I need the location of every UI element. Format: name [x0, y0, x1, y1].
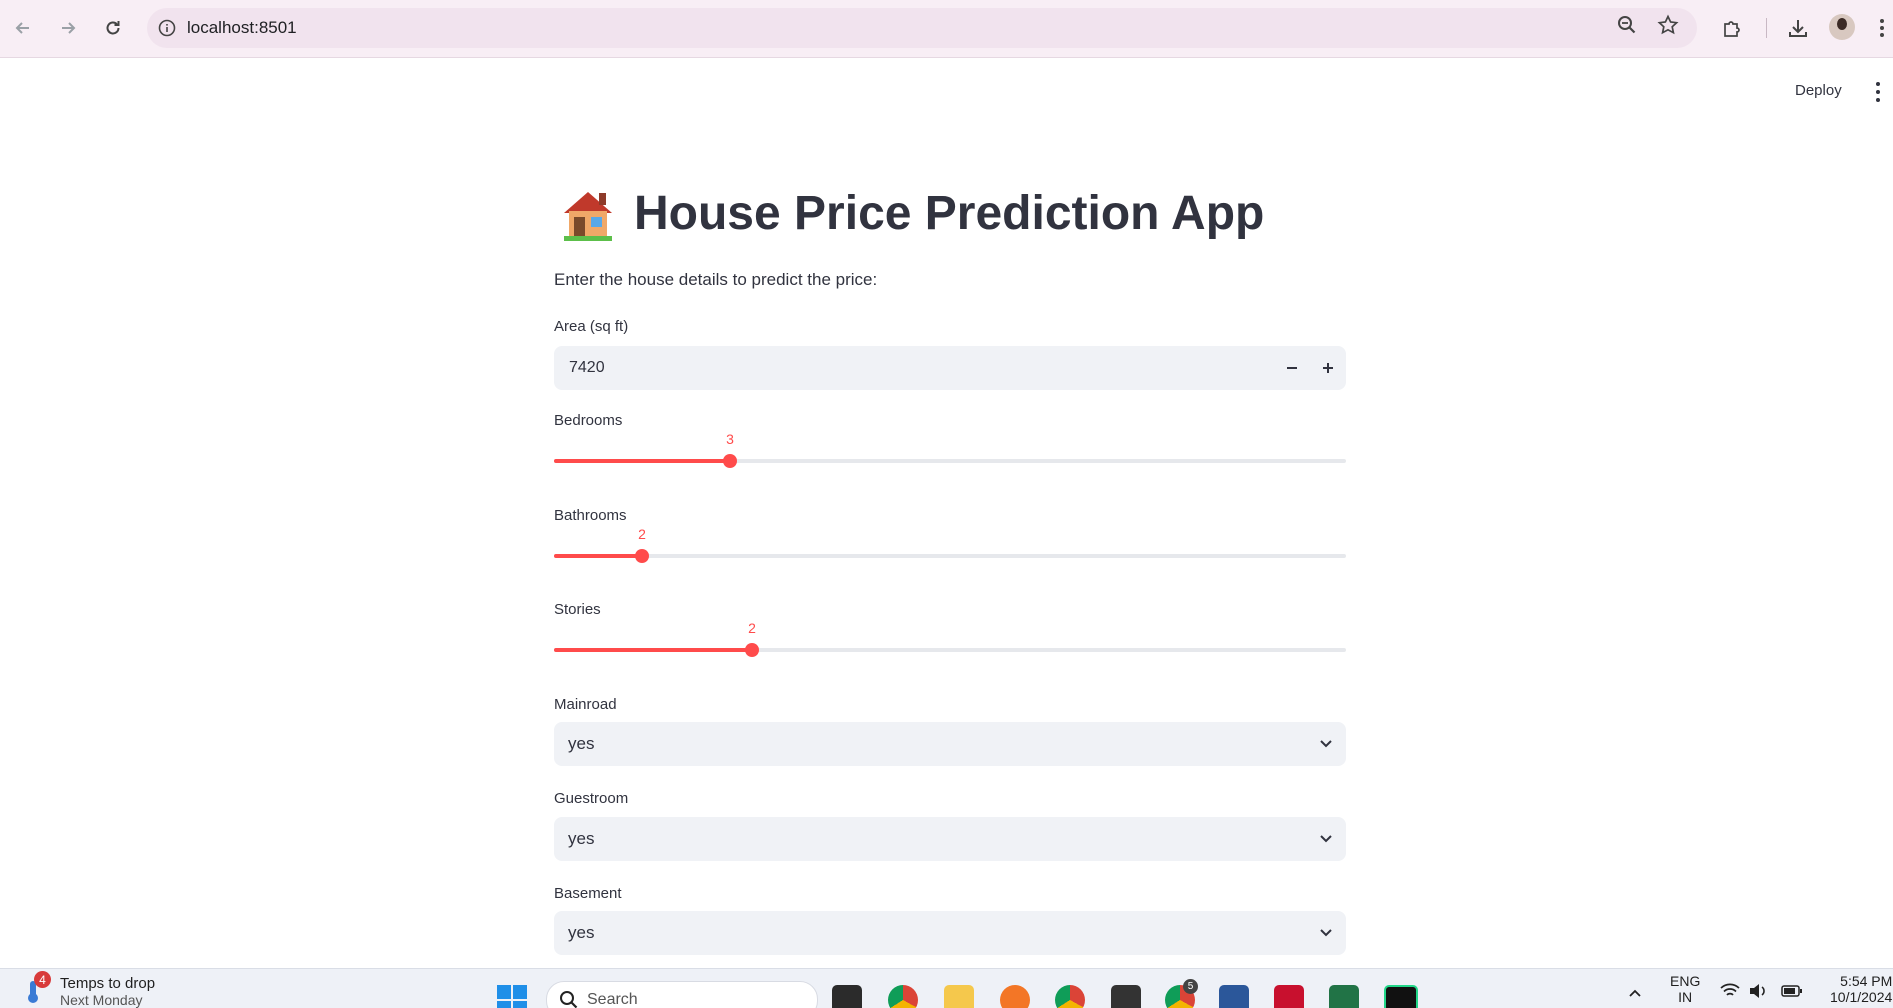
mainroad-label: Mainroad	[554, 696, 617, 713]
wifi-icon[interactable]	[1720, 983, 1740, 1002]
guestroom-label: Guestroom	[554, 790, 629, 807]
plus-icon	[1323, 363, 1333, 373]
file-explorer-icon[interactable]	[944, 985, 974, 1008]
browser-menu-icon[interactable]	[1872, 14, 1892, 42]
jupyter-icon[interactable]	[1000, 985, 1030, 1008]
tray-overflow-chevron-icon[interactable]	[1628, 985, 1642, 1001]
guestroom-selected-value[interactable]: yes	[568, 829, 1306, 849]
chrome-profile-icon[interactable]: 5	[1165, 979, 1198, 1008]
address-bar[interactable]: localhost:8501	[147, 8, 1697, 48]
area-value[interactable]: 7420	[569, 359, 1274, 377]
forward-button[interactable]	[51, 11, 85, 45]
weather-subtitle: Next Monday	[60, 992, 143, 1008]
slider-fill	[554, 648, 752, 652]
clock-date: 10/1/2024	[1830, 989, 1893, 1005]
reload-button[interactable]	[96, 11, 130, 45]
url-text[interactable]: localhost:8501	[187, 18, 297, 38]
bedrooms-slider[interactable]: 3	[554, 431, 1346, 473]
mainroad-select[interactable]: yes	[554, 722, 1346, 766]
basement-selected-value[interactable]: yes	[568, 923, 1306, 943]
language-indicator[interactable]: ENG IN	[1670, 973, 1700, 1005]
extensions-icon[interactable]	[1718, 14, 1746, 42]
instructions-text: Enter the house details to predict the p…	[554, 270, 878, 289]
area-number-input[interactable]: 7420	[554, 346, 1346, 390]
language-region: IN	[1678, 989, 1693, 1005]
zoom-icon[interactable]	[1616, 14, 1638, 41]
slider-thumb[interactable]	[723, 454, 737, 468]
pycharm-icon[interactable]	[1384, 985, 1418, 1008]
area-decrement-button[interactable]	[1274, 346, 1310, 390]
forward-arrow-icon	[62, 22, 76, 34]
deploy-button[interactable]: Deploy	[1795, 82, 1842, 99]
slider-value: 3	[726, 431, 734, 447]
house-emoji-icon	[564, 191, 612, 241]
slider-value: 2	[748, 620, 756, 636]
bookmark-star-icon[interactable]	[1657, 14, 1679, 41]
slider-fill	[554, 459, 730, 463]
downloads-icon[interactable]	[1784, 14, 1812, 42]
excel-icon[interactable]	[1329, 985, 1359, 1008]
basement-select[interactable]: yes	[554, 911, 1346, 955]
bathrooms-slider[interactable]: 2	[554, 526, 1346, 568]
title-text: House Price Prediction App	[634, 187, 1265, 240]
reload-icon	[106, 21, 120, 35]
windows-start-icon[interactable]	[497, 985, 527, 1008]
profile-avatar[interactable]	[1829, 14, 1855, 40]
windows-taskbar: 4 Temps to drop Next Monday Search 5 ENG…	[0, 968, 1893, 1008]
mainroad-selected-value[interactable]: yes	[568, 734, 1306, 754]
bedrooms-label: Bedrooms	[554, 412, 623, 429]
weather-badge: 4	[34, 971, 51, 988]
chrome-count-badge: 5	[1183, 979, 1198, 994]
slider-thumb[interactable]	[745, 643, 759, 657]
clock-time: 5:54 PM	[1840, 973, 1893, 989]
back-button[interactable]	[6, 11, 40, 45]
search-placeholder[interactable]: Search	[587, 991, 638, 1008]
word-icon[interactable]	[1219, 985, 1249, 1008]
weather-widget[interactable]: 4 Temps to drop Next Monday	[24, 971, 156, 1008]
chevron-down-icon[interactable]	[1306, 834, 1346, 844]
chevron-down-icon[interactable]	[1306, 739, 1346, 749]
terminal-icon[interactable]	[1111, 985, 1141, 1008]
chrome-active-icon[interactable]	[1055, 985, 1085, 1008]
page-title: House Price Prediction App	[554, 186, 1264, 241]
thermometer-icon: 4	[24, 971, 51, 1003]
slider-thumb[interactable]	[635, 549, 649, 563]
toolbar-divider	[1766, 18, 1767, 38]
site-info-icon[interactable]	[147, 19, 187, 37]
area-increment-button[interactable]	[1310, 346, 1346, 390]
language-code: ENG	[1670, 973, 1701, 989]
slider-fill	[554, 554, 642, 558]
guestroom-select[interactable]: yes	[554, 817, 1346, 861]
task-view-icon[interactable]	[832, 985, 862, 1008]
browser-toolbar: localhost:8501	[0, 0, 1893, 58]
chevron-down-icon[interactable]	[1306, 928, 1346, 938]
stories-label: Stories	[554, 601, 601, 618]
search-icon	[560, 991, 578, 1008]
volume-icon[interactable]	[1748, 983, 1768, 1002]
weather-title: Temps to drop	[60, 975, 156, 992]
back-arrow-icon	[15, 22, 29, 34]
slider-value: 2	[638, 526, 646, 542]
basement-label: Basement	[554, 885, 622, 902]
area-label: Area (sq ft)	[554, 318, 629, 335]
acrobat-icon[interactable]	[1274, 985, 1304, 1008]
minus-icon	[1287, 367, 1297, 369]
clock[interactable]: 5:54 PM 10/1/2024	[1830, 973, 1892, 1005]
slider-track[interactable]	[554, 554, 1346, 558]
bathrooms-label: Bathrooms	[554, 507, 627, 524]
taskbar-search-box[interactable]: Search	[546, 981, 818, 1008]
battery-icon[interactable]	[1781, 984, 1803, 1001]
chrome-icon[interactable]	[888, 985, 918, 1008]
app-menu-icon[interactable]	[1874, 82, 1882, 102]
stories-slider[interactable]: 2	[554, 620, 1346, 662]
